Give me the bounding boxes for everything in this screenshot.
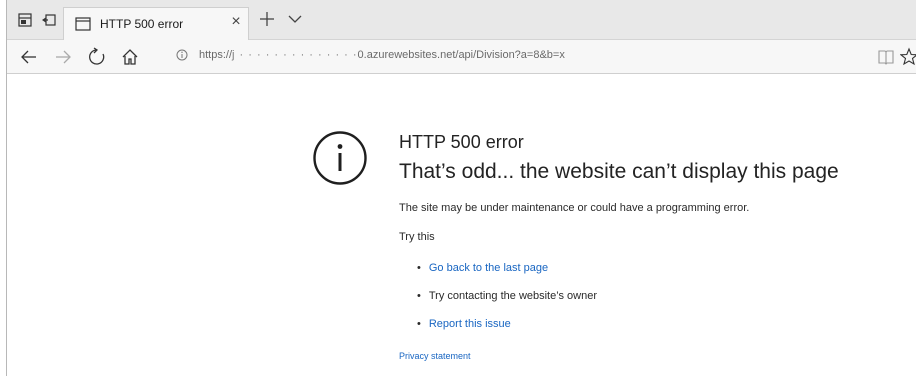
address-url[interactable]: https://j · · · · · · · · · · · · · ·0.a… <box>199 49 565 61</box>
set-aside-icon <box>42 14 56 26</box>
suggestion-report-issue[interactable]: • Report this issue <box>417 318 511 330</box>
url-host-path: 0.azurewebsites.net/api/Division?a=8&b=x <box>357 49 565 61</box>
error-description: The site may be under maintenance or cou… <box>399 202 750 214</box>
suggestion-go-back[interactable]: • Go back to the last page <box>417 262 548 274</box>
bullet: • <box>417 290 421 302</box>
set-aside-tabs-button[interactable] <box>37 8 61 32</box>
report-issue-link[interactable]: Report this issue <box>429 318 511 330</box>
refresh-icon[interactable] <box>87 47 107 67</box>
go-back-link[interactable]: Go back to the last page <box>429 262 548 274</box>
info-icon[interactable] <box>176 49 188 61</box>
tab-page-icon <box>75 17 91 31</box>
error-subtitle: That’s odd... the website can’t display … <box>399 160 839 183</box>
bullet: • <box>417 262 421 274</box>
suggestion-contact-owner: • Try contacting the website’s owner <box>417 290 597 302</box>
tab-http-500-error[interactable]: HTTP 500 error × <box>63 7 249 40</box>
new-tab-icon[interactable] <box>258 10 276 28</box>
contact-owner-text: Try contacting the website’s owner <box>428 290 597 302</box>
url-obscured-host: j · · · · · · · · · · · · · · <box>232 49 358 61</box>
reading-view-icon[interactable] <box>877 48 895 66</box>
address-bar[interactable]: https://j · · · · · · · · · · · · · ·0.a… <box>176 45 879 69</box>
tab-strip: HTTP 500 error × <box>7 0 916 40</box>
error-title: HTTP 500 error <box>399 132 524 152</box>
privacy-statement-link[interactable]: Privacy statement <box>399 351 471 361</box>
close-icon[interactable]: × <box>228 14 244 30</box>
back-arrow-icon[interactable] <box>19 47 39 67</box>
tab-title: HTTP 500 error <box>100 17 184 31</box>
forward-arrow-icon[interactable] <box>53 47 73 67</box>
tab-menu-chevron-icon[interactable] <box>286 10 304 28</box>
navigation-bar: https://j · · · · · · · · · · · · · ·0.a… <box>7 40 916 74</box>
favorite-star-icon[interactable] <box>900 47 916 67</box>
browser-window: HTTP 500 error × https://j · · · · · · ·… <box>6 0 916 376</box>
tab-preview-button[interactable] <box>13 8 37 32</box>
tab-preview-icon <box>18 13 32 27</box>
try-this-heading: Try this <box>399 231 435 243</box>
url-scheme: https:// <box>199 49 233 61</box>
home-icon[interactable] <box>120 47 140 67</box>
error-info-icon <box>313 131 367 185</box>
bullet: • <box>417 318 421 330</box>
